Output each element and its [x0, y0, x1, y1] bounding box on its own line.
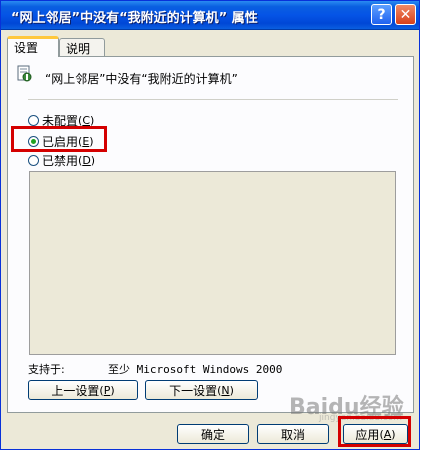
- close-button[interactable]: ✕: [395, 4, 416, 25]
- previous-setting-button[interactable]: 上一设置 (P): [28, 380, 138, 400]
- previous-setting-label: 上一设置: [51, 383, 100, 398]
- explanation-area: [29, 171, 396, 355]
- policy-title: “网上邻居”中没有“我附近的计算机”: [45, 72, 238, 86]
- support-value: 至少 Microsoft Windows 2000: [108, 363, 283, 376]
- next-setting-button[interactable]: 下一设置 (N): [145, 380, 258, 400]
- radio-circle[interactable]: [28, 114, 39, 126]
- radio-circle[interactable]: [28, 154, 39, 166]
- close-icon: ✕: [399, 6, 412, 23]
- window-title: “网上邻居”中没有“我附近的计算机” 属性: [11, 11, 258, 26]
- divider: [28, 99, 398, 100]
- highlight-enabled-option: [11, 126, 107, 152]
- tab-settings[interactable]: 设置: [7, 36, 59, 57]
- tab-settings-label: 设置: [14, 41, 39, 55]
- radio-disabled-key: D: [82, 153, 91, 167]
- ok-button[interactable]: 确定: [177, 424, 249, 444]
- properties-dialog: “网上邻居”中没有“我附近的计算机” 属性 ? ✕ 设置 说明 “网上邻居”中没…: [0, 0, 420, 450]
- ok-label: 确定: [200, 427, 225, 442]
- tab-explain-label: 说明: [66, 42, 91, 56]
- support-label: 支持于:: [28, 363, 65, 376]
- cancel-label: 取消: [280, 427, 305, 442]
- next-setting-label: 下一设置: [169, 383, 218, 398]
- help-button[interactable]: ?: [371, 4, 392, 25]
- previous-setting-key: P: [103, 383, 111, 397]
- tab-explain[interactable]: 说明: [59, 38, 105, 56]
- radio-not-configured-key: C: [82, 113, 90, 127]
- title-bar[interactable]: “网上邻居”中没有“我附近的计算机” 属性 ? ✕: [1, 1, 419, 30]
- cancel-button[interactable]: 取消: [257, 424, 329, 444]
- highlight-apply-button: [338, 416, 411, 447]
- radio-disabled[interactable]: 已禁用 (D): [28, 152, 95, 168]
- policy-setting-icon: [17, 65, 32, 82]
- help-icon: ?: [377, 6, 386, 23]
- next-setting-key: N: [221, 383, 230, 397]
- radio-disabled-label: 已禁用: [42, 153, 79, 168]
- supported-on: 支持于: 至少 Microsoft Windows 2000: [28, 361, 282, 377]
